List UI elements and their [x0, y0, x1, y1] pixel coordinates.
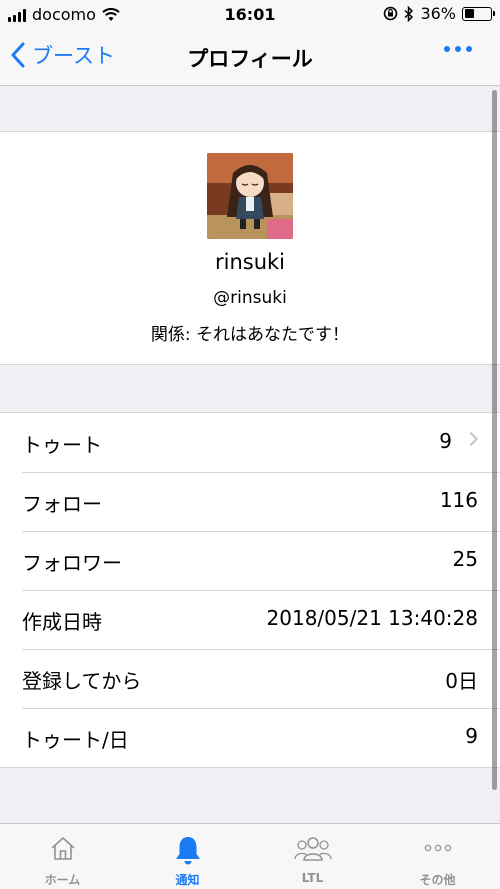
tab-label: その他: [419, 873, 456, 887]
more-icon: [424, 844, 451, 852]
tab-label: LTL: [301, 871, 324, 885]
toots-row[interactable]: トゥート 9: [0, 413, 500, 472]
tab-label: 通知: [175, 873, 200, 887]
profile-card: rinsuki @rinsuki 関係: それはあなたです！: [0, 132, 500, 365]
people-icon: [293, 837, 332, 861]
avatar-image: [207, 153, 293, 239]
tab-bar: ホーム 通知 LTL その他: [0, 823, 500, 889]
avatar[interactable]: [207, 153, 293, 239]
username: @rinsuki: [213, 288, 287, 308]
chevron-right-icon: [463, 431, 479, 447]
stat-value: 2018/05/21 13:40:28: [266, 606, 478, 630]
status-right: 36%: [383, 4, 495, 23]
stat-label: 作成日時: [22, 610, 102, 634]
days-since-registration-row: 登録してから 0日: [0, 649, 500, 708]
following-row: フォロー 116: [0, 472, 500, 531]
battery-icon: [462, 6, 495, 21]
stat-value: 9: [465, 724, 478, 748]
stat-label: 登録してから: [22, 669, 142, 693]
stat-label: トゥート/日: [22, 728, 129, 752]
display-name: rinsuki: [214, 250, 286, 274]
stat-value: 9: [439, 429, 452, 453]
page-title: プロフィール: [187, 47, 313, 71]
stat-value: 116: [439, 488, 478, 512]
tab-notifications[interactable]: 通知: [125, 824, 250, 889]
section-spacer: [0, 86, 500, 132]
ellipsis-dot: [466, 46, 472, 52]
section-spacer: [0, 365, 500, 413]
stat-label: トゥート: [22, 433, 102, 457]
stat-value: 25: [452, 547, 478, 571]
battery-fill: [464, 9, 474, 18]
toots-per-day-row: トゥート/日 9: [0, 708, 500, 767]
created-at-row: 作成日時 2018/05/21 13:40:28: [0, 590, 500, 649]
relationship-label: 関係: それはあなたです！: [150, 325, 350, 345]
bluetooth-icon: [404, 5, 414, 22]
stat-label: フォロワー: [22, 551, 122, 575]
navigation-bar: ブースト プロフィール: [0, 30, 500, 86]
followers-row: フォロワー 25: [0, 531, 500, 590]
more-options-button[interactable]: [444, 46, 472, 52]
home-icon: [50, 837, 75, 860]
ellipsis-icon: [444, 46, 450, 52]
orientation-lock-icon: [384, 6, 398, 21]
stats-list: トゥート 9 フォロー 116 フォロワー 25 作成日時 2018/05/21…: [0, 413, 500, 768]
status-bar: docomo 16:01 36%: [0, 0, 500, 30]
tab-more[interactable]: その他: [375, 824, 500, 889]
tab-ltl[interactable]: LTL: [250, 824, 375, 889]
battery-percent: 36%: [420, 4, 456, 23]
ellipsis-dot: [455, 46, 461, 52]
stat-label: フォロー: [22, 492, 102, 516]
tab-label: ホーム: [44, 873, 81, 887]
stat-value: 0日: [445, 669, 478, 693]
bell-icon: [175, 837, 200, 865]
scrollbar[interactable]: [492, 90, 497, 790]
tab-home[interactable]: ホーム: [0, 824, 125, 889]
